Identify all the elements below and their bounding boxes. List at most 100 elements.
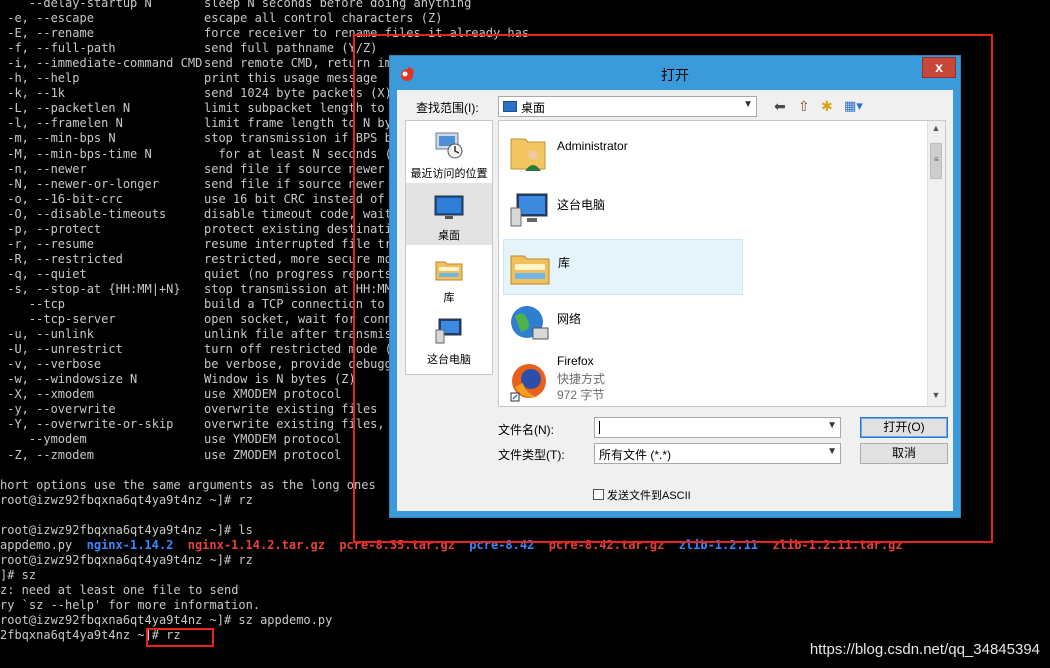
back-icon[interactable]: ⬅ (774, 98, 786, 115)
filetype-dropdown[interactable]: 所有文件 (*.*) ▼ (594, 443, 841, 464)
filetype-value: 所有文件 (*.*) (599, 448, 672, 462)
lookin-label: 查找范围(I): (416, 101, 479, 115)
option-description: print this usage message (204, 71, 378, 86)
file-list-scrollbar[interactable]: ▲ ≡ ▼ (927, 121, 945, 406)
terminal-line: root@izwz92fbqxna6qt4ya9t4nz ~]# sz appd… (0, 613, 333, 628)
text-caret (599, 421, 600, 434)
recent-places-icon (435, 132, 463, 159)
open-file-dialog: 打开 x 查找范围(I): 桌面 ▼ ⬅ ⇧ ✱ ▦▾ 最近访问的位置 桌面 库… (389, 55, 961, 518)
option-text: -N, --newer-or-longer (0, 176, 159, 191)
option-text: --tcp (0, 297, 66, 311)
terminal-line: hort options use the same arguments as t… (0, 477, 376, 492)
option-text: -e, --escape (0, 11, 94, 26)
terminal-line: root@izwz92fbqxna6qt4ya9t4nz ~]# rz (0, 492, 253, 507)
dialog-body: 查找范围(I): 桌面 ▼ ⬅ ⇧ ✱ ▦▾ 最近访问的位置 桌面 库 这台电脑… (397, 90, 953, 511)
option-description: escape all control characters (Z) (204, 11, 443, 26)
option-text: -p, --protect (0, 221, 102, 236)
place-this-pc[interactable]: 这台电脑 (406, 307, 492, 369)
option-text: -h, --help (0, 71, 80, 86)
terminal-line: root@izwz92fbqxna6qt4ya9t4nz ~]# ls (0, 522, 253, 537)
option-text: -M, --min-bps-time N (0, 146, 152, 161)
option-text: -y, --overwrite (0, 402, 116, 417)
option-text: -w, --windowsize N (0, 372, 138, 387)
scrollbar-thumb[interactable]: ≡ (930, 143, 942, 179)
chevron-down-icon[interactable]: ▼ (827, 420, 837, 431)
place-libraries[interactable]: 库 (406, 245, 492, 307)
option-text: -Z, --zmodem (0, 447, 94, 462)
file-name: 网络 (557, 312, 582, 326)
ls-file-entry: appdemo.py (0, 537, 73, 552)
ls-file-entry: nginx-1.14.2 (86, 537, 174, 552)
option-text: -O, --disable-timeouts (0, 206, 167, 221)
filename-label: 文件名(N): (498, 423, 554, 437)
option-text: --tcp-server (0, 312, 116, 327)
highlight-box-rz-command (146, 628, 214, 647)
option-text: -s, --stop-at {HH:MM|+N} (0, 281, 181, 296)
ls-file-entry: nginx-1.14.2.tar.gz (187, 537, 325, 552)
file-item-administrator[interactable]: Administrator (503, 125, 743, 181)
place-label: 桌面 (438, 230, 460, 242)
place-desktop[interactable]: 桌面 (406, 183, 492, 245)
file-list[interactable]: Administrator 这台电脑 库 网络 Firefox 快捷方式 972… (498, 120, 946, 407)
places-bar: 最近访问的位置 桌面 库 这台电脑 (405, 120, 493, 375)
file-name: 库 (558, 256, 571, 270)
file-item-libraries[interactable]: 库 (503, 239, 743, 295)
cancel-button[interactable]: 取消 (860, 443, 948, 464)
view-menu-icon[interactable]: ▦▾ (844, 98, 863, 114)
network-icon (511, 306, 549, 340)
option-text: -v, --verbose (0, 357, 102, 372)
option-description: use ZMODEM protocol (204, 447, 342, 462)
scroll-up-icon[interactable]: ▲ (928, 123, 944, 137)
up-folder-icon[interactable]: ⇧ (798, 98, 810, 115)
lookin-dropdown[interactable]: 桌面 ▼ (498, 96, 757, 117)
close-button[interactable]: x (922, 57, 956, 78)
desktop-small-icon (503, 101, 517, 112)
user-folder-icon (510, 138, 546, 171)
option-text: -R, --restricted (0, 251, 123, 266)
this-pc-icon (435, 318, 462, 344)
file-item-network[interactable]: 网络 (503, 296, 743, 352)
option-text: -o, --16-bit-crc (0, 191, 123, 206)
option-text: -f, --full-path (0, 41, 116, 56)
ascii-checkbox[interactable] (593, 489, 604, 500)
place-label: 库 (443, 292, 455, 304)
option-text: -l, --framelen N (0, 116, 123, 131)
option-description: send full pathname (Y/Z) (204, 41, 378, 56)
option-description: overwrite existing files (204, 402, 378, 417)
new-folder-icon[interactable]: ✱ (821, 98, 833, 115)
option-text: -U, --unrestrict (0, 342, 123, 357)
option-text: -k, --1k (0, 86, 66, 101)
option-text: -u, --unlink (0, 327, 94, 342)
place-label: 这台电脑 (427, 354, 471, 366)
option-text: -E, --rename (0, 26, 94, 41)
dialog-title: 打开 (661, 67, 689, 83)
terminal-line: z: need at least one file to send (0, 582, 239, 597)
watermark: https://blog.csdn.net/qq_34845394 (809, 641, 1040, 658)
scroll-down-icon[interactable]: ▼ (928, 390, 944, 404)
filename-input[interactable]: ▼ (594, 417, 841, 438)
place-network[interactable]: 网络 (406, 369, 492, 374)
chevron-down-icon: ▼ (743, 99, 753, 110)
option-text: -m, --min-bps N (0, 131, 116, 146)
option-description: Window is N bytes (Z) (204, 372, 356, 387)
file-item-firefox[interactable]: Firefox 快捷方式 972 字节 (503, 353, 743, 405)
chevron-down-icon: ▼ (827, 446, 837, 457)
option-description: use XMODEM protocol (204, 387, 342, 402)
ascii-checkbox-label: 发送文件到ASCII (607, 490, 691, 502)
option-text: -X, --xmodem (0, 387, 94, 402)
option-text: -n, --newer (0, 161, 87, 176)
libraries-icon (435, 261, 463, 281)
option-description: sleep N seconds before doing anything (204, 0, 472, 10)
libraries-icon (510, 255, 550, 285)
place-recent[interactable]: 最近访问的位置 (406, 121, 492, 183)
file-item-this-pc[interactable]: 这台电脑 (503, 182, 743, 238)
file-name: Administrator (557, 139, 628, 153)
option-text: --ymodem (0, 432, 87, 447)
option-text: -r, --resume (0, 236, 94, 251)
file-size: 972 字节 (557, 388, 605, 402)
terminal-line: ry `sz --help' for more information. (0, 598, 261, 612)
terminal-line: ]# sz (0, 567, 37, 582)
open-button[interactable]: 打开(O) (860, 417, 948, 438)
dialog-titlebar[interactable]: 打开 x (390, 56, 960, 91)
file-type: 快捷方式 (557, 372, 606, 386)
